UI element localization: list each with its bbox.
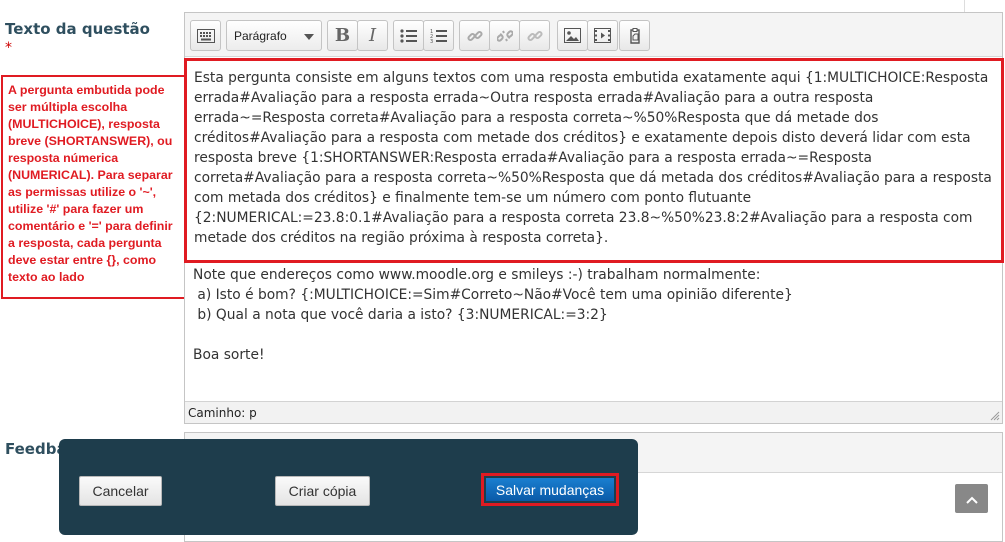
feedback-label: Feedba [5, 440, 67, 458]
cancel-button[interactable]: Cancelar [79, 476, 162, 506]
paragraph-format-value: Parágrafo [234, 29, 287, 43]
embedded-answers-highlight: Esta pergunta consiste em alguns textos … [184, 58, 1004, 263]
embedded-question-text: Esta pergunta consiste em alguns textos … [194, 70, 992, 246]
question-text-label: Texto da questão [5, 20, 150, 38]
element-path: Caminho: p [188, 406, 257, 420]
example-line-b: b) Qual a nota que você daria a isto? {3… [193, 307, 608, 323]
paste-icon [628, 27, 642, 44]
paste-button[interactable] [619, 20, 650, 51]
image-button[interactable] [557, 20, 588, 51]
paragraph-format-select[interactable]: Parágrafo [226, 20, 322, 51]
resize-handle-icon[interactable] [988, 409, 1000, 421]
editor-statusbar: Caminho: p [185, 401, 1002, 423]
cancel-button-label: Cancelar [92, 483, 149, 499]
toolbar-toggle-icon [196, 28, 215, 43]
link-icon [466, 28, 483, 44]
bold-icon: B [334, 25, 351, 46]
question-text-editor[interactable]: Parágrafo B I 123 Esta pergunta consiste… [184, 12, 1004, 424]
sticky-action-panel: Cancelar Criar cópia Salvar mudanças [59, 439, 638, 535]
link-button[interactable] [459, 20, 490, 51]
unordered-list-icon [399, 28, 418, 44]
unlink-button[interactable] [489, 20, 520, 51]
unordered-list-button[interactable] [393, 20, 424, 51]
note-line: Note que endereços como www.moodle.org e… [193, 267, 761, 283]
create-copy-button-label: Criar cópia [288, 483, 357, 499]
good-luck-line: Boa sorte! [193, 347, 265, 363]
editor-plain-text: Note que endereços como www.moodle.org e… [193, 265, 998, 365]
editor-content[interactable]: Esta pergunta consiste em alguns textos … [184, 57, 1004, 401]
create-copy-button[interactable]: Criar cópia [275, 476, 370, 506]
ordered-list-button[interactable]: 123 [423, 20, 454, 51]
help-annotation: A pergunta embutida pode ser múltipla es… [1, 75, 186, 299]
svg-text:3: 3 [430, 39, 433, 44]
page-scroll-divider [964, 0, 965, 12]
anchor-button[interactable] [519, 20, 550, 51]
chevron-down-icon [304, 34, 314, 40]
example-line-a: a) Isto é bom? {:MULTICHOICE:=Sim#Corret… [193, 287, 793, 303]
chevron-up-icon [965, 489, 978, 508]
editor-toolbar: Parágrafo B I 123 [185, 13, 1002, 57]
italic-button[interactable]: I [357, 20, 388, 51]
scroll-to-top-button[interactable] [955, 484, 988, 513]
unlink-icon [496, 28, 513, 44]
save-changes-button-label: Salvar mudanças [495, 481, 605, 498]
required-marker: * [5, 40, 12, 56]
media-button[interactable] [587, 20, 618, 51]
anchor-icon [526, 28, 543, 44]
save-changes-button[interactable]: Salvar mudanças [481, 473, 619, 506]
media-icon [594, 28, 611, 43]
ordered-list-icon: 123 [430, 28, 448, 44]
save-changes-button-inner: Salvar mudanças [486, 478, 614, 501]
italic-icon: I [368, 25, 377, 46]
bold-button[interactable]: B [327, 20, 358, 51]
toolbar-toggle-button[interactable] [190, 20, 221, 51]
image-icon [564, 28, 581, 43]
